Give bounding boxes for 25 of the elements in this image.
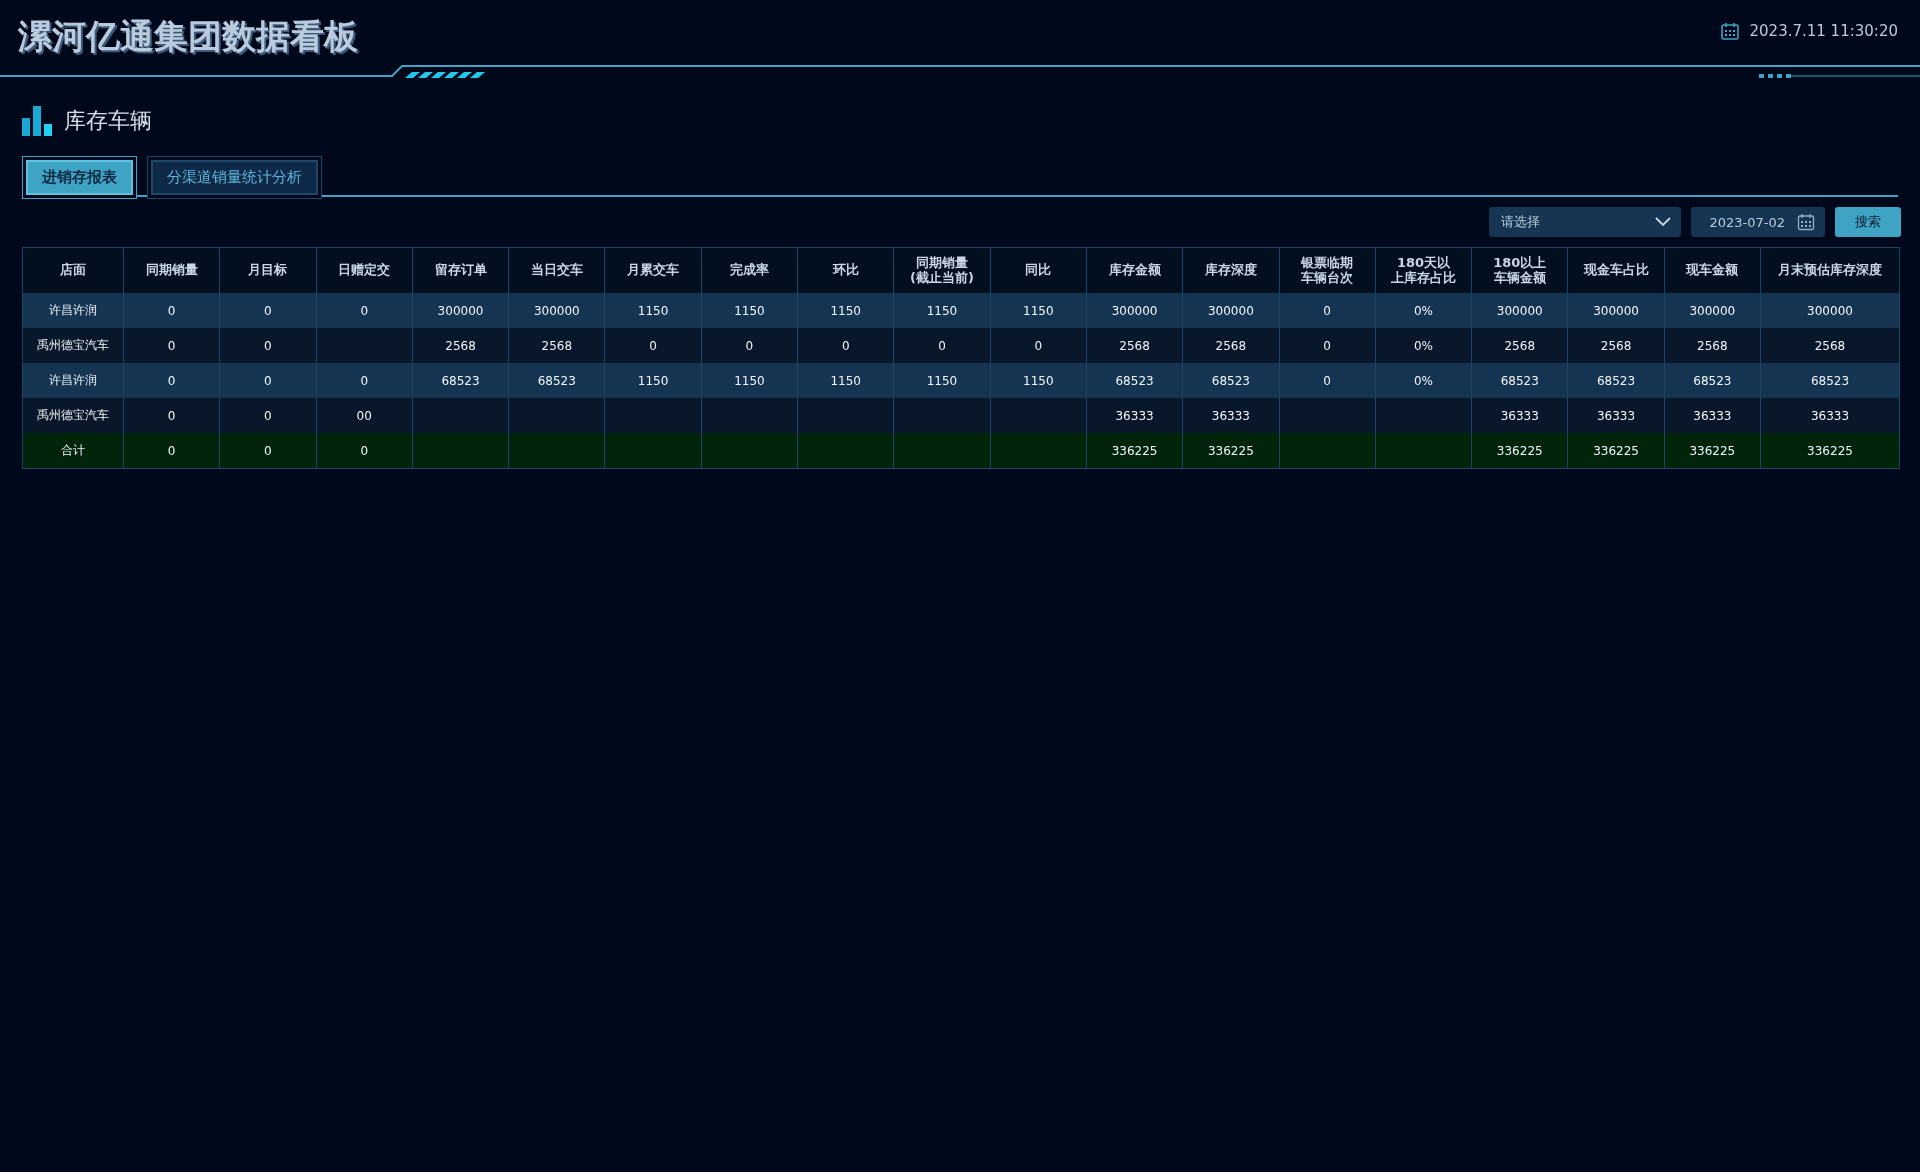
chevron-down-icon <box>1655 217 1671 227</box>
table-cell: 336225 <box>1568 433 1665 468</box>
table-cell: 合计 <box>23 433 124 468</box>
date-time: 2023.7.11 11:30:20 <box>1749 22 1898 40</box>
store-select[interactable]: 请选择 <box>1489 207 1681 237</box>
search-button[interactable]: 搜索 <box>1835 207 1901 237</box>
table-cell-text: 300000 <box>1806 302 1854 320</box>
calendar-icon <box>1719 21 1740 41</box>
table-cell-text: 2568 <box>1813 337 1847 355</box>
section-title: 库存车辆 <box>64 107 152 135</box>
table-cell: 0 <box>124 433 221 468</box>
table-cell-text: 336225 <box>1806 442 1854 460</box>
table-cell: 336225 <box>1183 433 1280 468</box>
table-cell: 336225 <box>1086 433 1184 468</box>
column-header: 月末预估库存深度 <box>1777 261 1883 280</box>
date-field[interactable]: 2023-07-02 <box>1691 207 1825 237</box>
table-cell: 0 <box>316 433 413 468</box>
bar-chart-icon <box>22 106 52 136</box>
dashboard-title: 漯河亿通集团数据看板 <box>18 15 358 58</box>
table-cell-text: 36333 <box>1809 407 1851 425</box>
table-cell-text: 68523 <box>1809 372 1851 390</box>
calendar-icon <box>1797 213 1815 231</box>
table-cell: 336225 <box>1664 433 1761 468</box>
table-cell: 336225 <box>1472 433 1569 468</box>
table-cell: 0 <box>220 433 317 468</box>
